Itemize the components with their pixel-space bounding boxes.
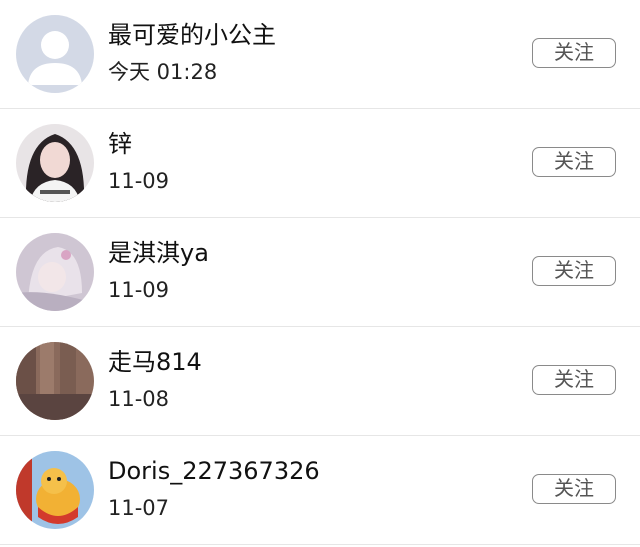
follow-time: 11-07	[108, 496, 170, 520]
follow-time: 11-09	[108, 169, 170, 193]
user-name[interactable]: 走马814	[108, 347, 202, 377]
default-avatar-icon[interactable]	[16, 15, 94, 93]
list-item[interactable]: 最可爱的小公主 今天 01:28 关注	[0, 0, 640, 109]
avatar[interactable]	[16, 124, 94, 202]
follow-button[interactable]: 关注	[532, 365, 616, 395]
user-name[interactable]: Doris_227367326	[108, 456, 320, 486]
avatar[interactable]	[16, 342, 94, 420]
list-item[interactable]: 锌 11-09 关注	[0, 109, 640, 218]
user-name[interactable]: 是淇淇ya	[108, 238, 209, 268]
avatar[interactable]	[16, 451, 94, 529]
follow-button[interactable]: 关注	[532, 256, 616, 286]
follower-list: 最可爱的小公主 今天 01:28 关注 锌 11-09 关注 是淇淇ya 11-…	[0, 0, 640, 547]
list-item[interactable]: 走马814 11-08 关注	[0, 327, 640, 436]
follow-button[interactable]: 关注	[532, 474, 616, 504]
user-name[interactable]: 锌	[108, 129, 132, 159]
list-item[interactable]: Doris_227367326 11-07 关注	[0, 436, 640, 545]
user-name[interactable]: 最可爱的小公主	[108, 20, 276, 50]
follow-time: 11-08	[108, 387, 170, 411]
follow-button[interactable]: 关注	[532, 147, 616, 177]
follow-time: 11-09	[108, 278, 170, 302]
follow-button[interactable]: 关注	[532, 38, 616, 68]
avatar[interactable]	[16, 233, 94, 311]
follow-time: 今天 01:28	[108, 60, 218, 84]
list-item[interactable]: 是淇淇ya 11-09 关注	[0, 218, 640, 327]
